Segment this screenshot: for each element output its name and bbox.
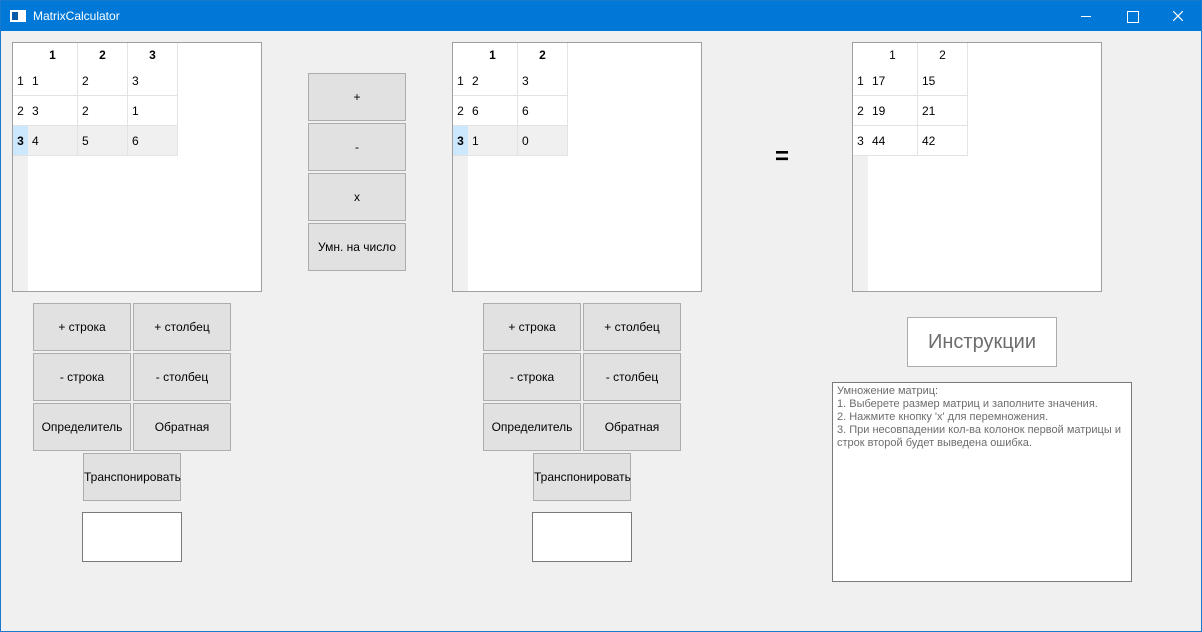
instructions-textbox[interactable]: Умножение матриц: 1. Выберете размер мат… xyxy=(832,382,1132,582)
matrix-cell[interactable]: 1 xyxy=(128,96,178,126)
title-bar[interactable]: MatrixCalculator xyxy=(1,1,1201,31)
matrix-cell[interactable]: 42 xyxy=(918,126,968,156)
app-icon xyxy=(10,10,26,22)
matrix-a-remove-column-button[interactable]: - столбец xyxy=(133,353,231,401)
matrix-cell[interactable]: 0 xyxy=(518,126,568,156)
equals-sign: = xyxy=(775,143,790,170)
scalar-multiply-button[interactable]: Умн. на число xyxy=(308,223,406,271)
matrix-b-remove-row-button[interactable]: - строка xyxy=(483,353,581,401)
matrix-cell[interactable]: 3 xyxy=(518,66,568,96)
app-window: MatrixCalculator 1 2 3 1 2 3 1 2 3 3 2 1… xyxy=(0,0,1202,632)
matrix-a-add-column-button[interactable]: + столбец xyxy=(133,303,231,351)
matrix-a-grid[interactable]: 1 2 3 1 2 3 1 2 3 3 2 1 4 5 6 xyxy=(12,42,262,292)
matrix-a-transpose-button[interactable]: Транспонировать xyxy=(83,453,181,501)
maximize-button[interactable] xyxy=(1109,1,1155,31)
matrix-cell[interactable]: 4 xyxy=(28,126,78,156)
column-header[interactable]: 1 xyxy=(28,43,78,67)
matrix-b-grid[interactable]: 1 2 1 2 3 2 3 6 6 1 0 xyxy=(452,42,702,292)
row-header[interactable]: 3 xyxy=(453,126,468,156)
window-title: MatrixCalculator xyxy=(33,9,120,23)
matrix-cell[interactable]: 6 xyxy=(518,96,568,126)
column-header[interactable]: 1 xyxy=(868,43,918,67)
close-icon xyxy=(1173,11,1183,21)
column-header[interactable]: 2 xyxy=(78,43,128,67)
add-button[interactable]: + xyxy=(308,73,406,121)
matrix-a-determinant-button[interactable]: Определитель xyxy=(33,403,131,451)
matrix-cell[interactable]: 2 xyxy=(468,66,518,96)
result-grid[interactable]: 1 2 1 2 3 17 15 19 21 44 42 xyxy=(852,42,1102,292)
matrix-cell[interactable]: 1 xyxy=(28,66,78,96)
matrix-b-determinant-button[interactable]: Определитель xyxy=(483,403,581,451)
column-header[interactable]: 2 xyxy=(518,43,568,67)
matrix-cell[interactable]: 21 xyxy=(918,96,968,126)
row-header[interactable]: 2 xyxy=(853,96,868,126)
matrix-cell[interactable]: 5 xyxy=(78,126,128,156)
matrix-a-number-input[interactable] xyxy=(82,512,182,562)
matrix-cell[interactable]: 3 xyxy=(128,66,178,96)
column-header[interactable]: 1 xyxy=(468,43,518,67)
matrix-cell[interactable]: 6 xyxy=(468,96,518,126)
matrix-b-add-row-button[interactable]: + строка xyxy=(483,303,581,351)
matrix-a-remove-row-button[interactable]: - строка xyxy=(33,353,131,401)
matrix-b-number-input[interactable] xyxy=(532,512,632,562)
minimize-button[interactable] xyxy=(1063,1,1109,31)
row-header[interactable]: 1 xyxy=(853,66,868,96)
matrix-cell[interactable]: 3 xyxy=(28,96,78,126)
subtract-button[interactable]: - xyxy=(308,123,406,171)
column-header[interactable]: 2 xyxy=(918,43,968,67)
matrix-b-inverse-button[interactable]: Обратная xyxy=(583,403,681,451)
matrix-cell[interactable]: 19 xyxy=(868,96,918,126)
row-header[interactable]: 1 xyxy=(13,66,28,96)
row-header[interactable]: 2 xyxy=(13,96,28,126)
matrix-cell[interactable]: 2 xyxy=(78,66,128,96)
matrix-cell[interactable]: 17 xyxy=(868,66,918,96)
matrix-cell[interactable]: 15 xyxy=(918,66,968,96)
row-header[interactable]: 3 xyxy=(13,126,28,156)
instructions-button[interactable]: Инструкции xyxy=(907,317,1057,367)
row-header[interactable]: 3 xyxy=(853,126,868,156)
matrix-a-inverse-button[interactable]: Обратная xyxy=(133,403,231,451)
matrix-a-add-row-button[interactable]: + строка xyxy=(33,303,131,351)
matrix-b-remove-column-button[interactable]: - столбец xyxy=(583,353,681,401)
row-header[interactable]: 2 xyxy=(453,96,468,126)
matrix-cell[interactable]: 6 xyxy=(128,126,178,156)
matrix-cell[interactable]: 2 xyxy=(78,96,128,126)
close-button[interactable] xyxy=(1155,1,1201,31)
matrix-b-transpose-button[interactable]: Транспонировать xyxy=(533,453,631,501)
multiply-button[interactable]: x xyxy=(308,173,406,221)
matrix-cell[interactable]: 1 xyxy=(468,126,518,156)
column-header[interactable]: 3 xyxy=(128,43,178,67)
row-header[interactable]: 1 xyxy=(453,66,468,96)
matrix-b-add-column-button[interactable]: + столбец xyxy=(583,303,681,351)
matrix-cell[interactable]: 44 xyxy=(868,126,918,156)
